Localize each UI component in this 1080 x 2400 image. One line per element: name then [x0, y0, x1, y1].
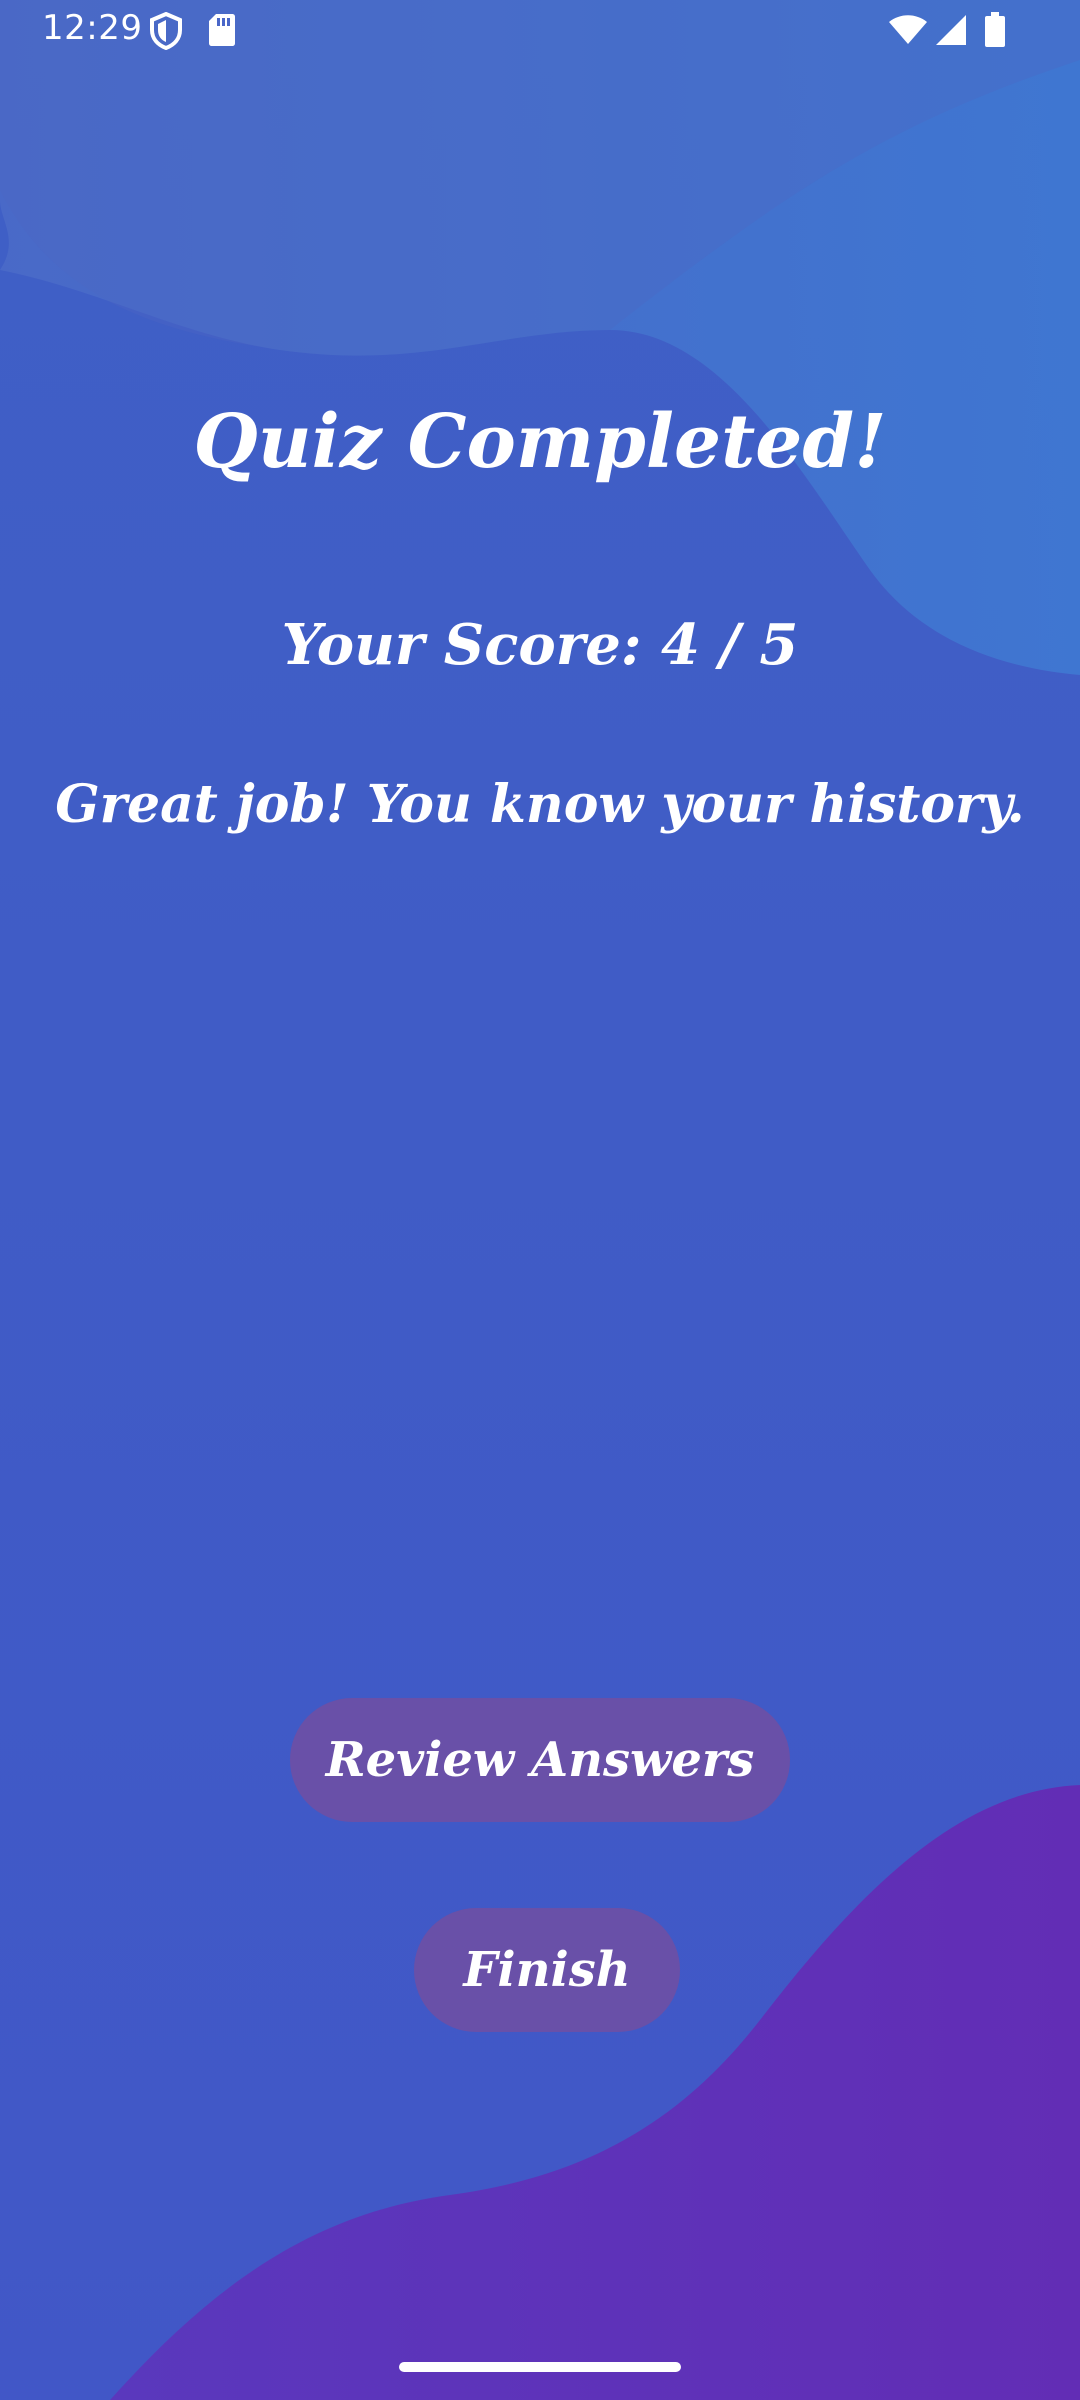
status-time: 12:29	[42, 8, 143, 48]
signal-icon	[936, 15, 966, 45]
result-message: Great job! You know your history.	[55, 774, 1025, 835]
shield-icon	[150, 12, 182, 50]
home-indicator[interactable]	[399, 2362, 681, 2372]
battery-icon	[985, 12, 1005, 47]
status-bar: 12:29	[0, 0, 1080, 62]
wifi-icon	[889, 15, 927, 44]
score-text: Your Score: 4 / 5	[281, 612, 799, 678]
page-title: Quiz Completed!	[193, 399, 887, 485]
review-answers-button[interactable]: Review Answers	[290, 1698, 790, 1822]
finish-button[interactable]: Finish	[414, 1908, 680, 2032]
quiz-result-screen: Quiz Completed! Your Score: 4 / 5 Great …	[0, 0, 1080, 2400]
sd-card-icon	[209, 14, 235, 46]
